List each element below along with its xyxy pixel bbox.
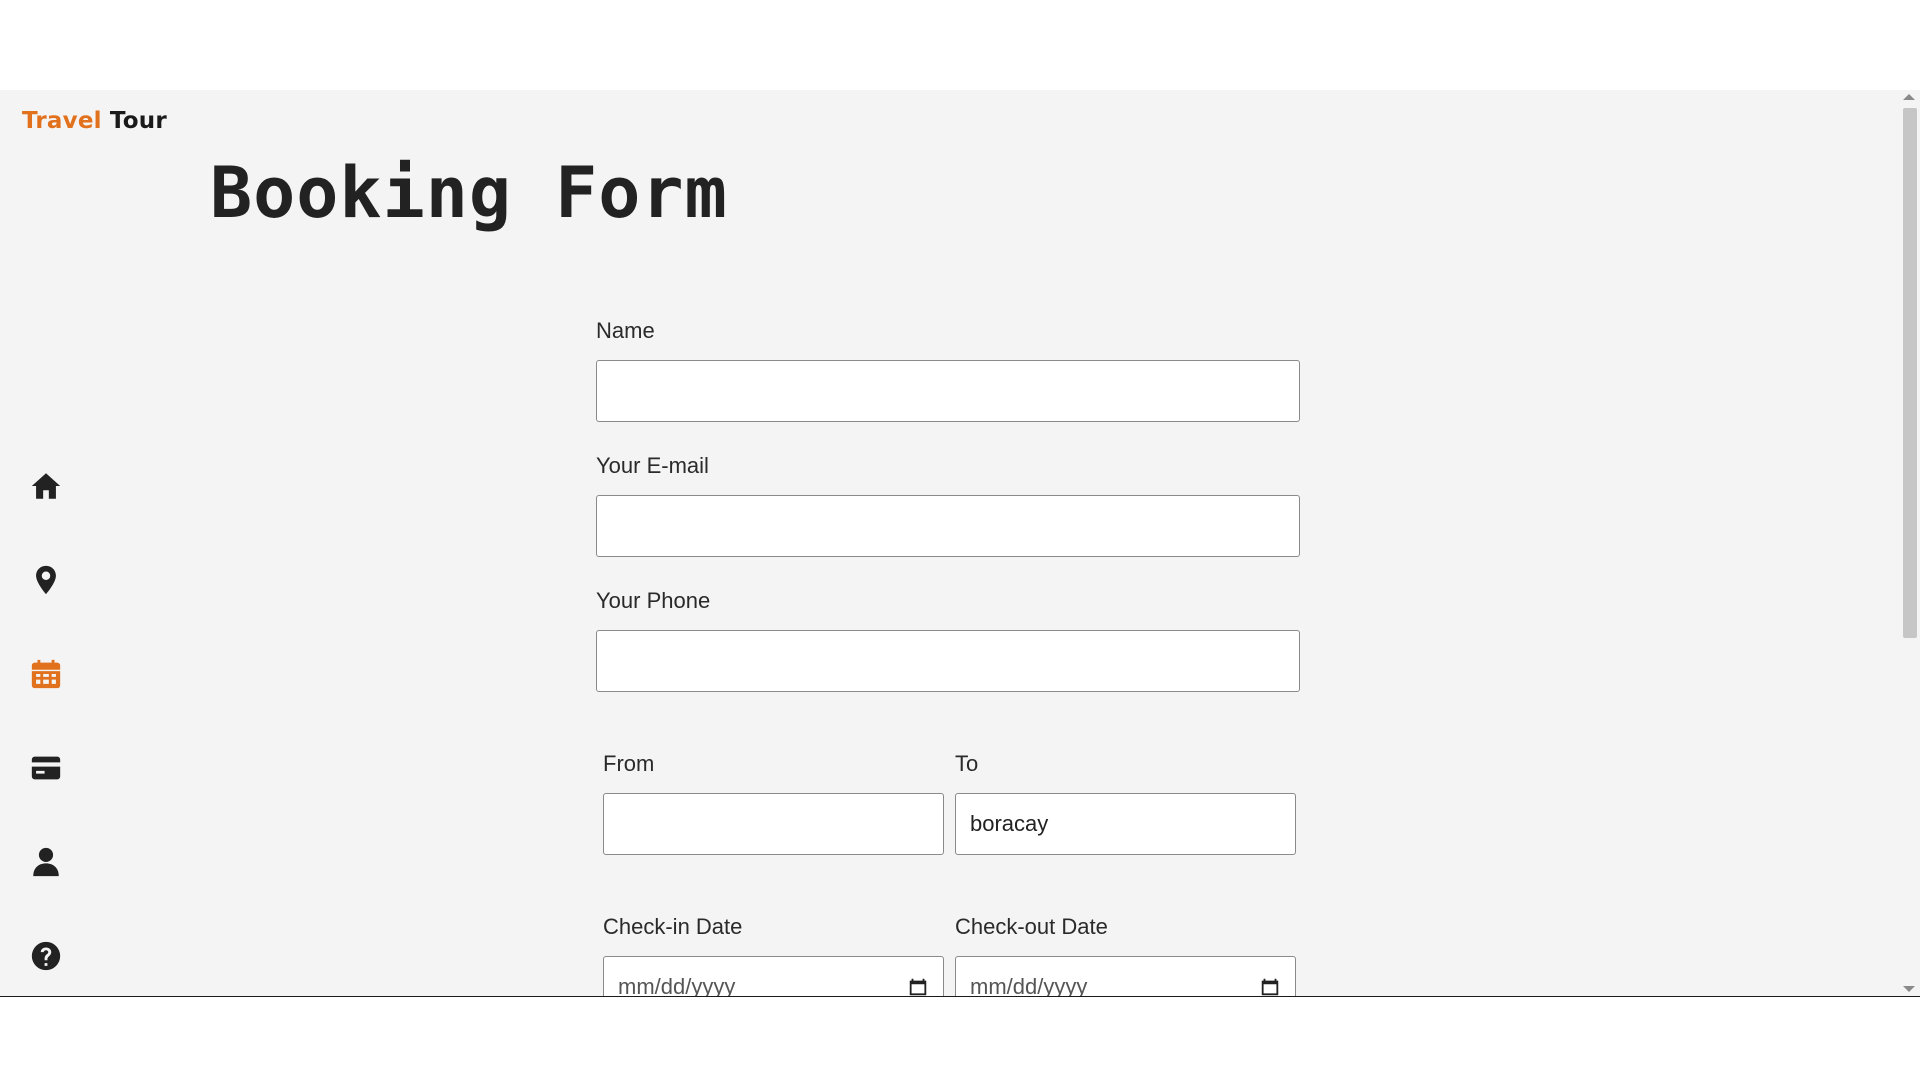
checkin-date-input[interactable]: mm/dd/yyyy <box>603 956 944 997</box>
sidebar-item-profile[interactable] <box>20 836 72 888</box>
sidebar-item-booking[interactable] <box>20 648 72 700</box>
logo-travel: Travel <box>22 108 102 134</box>
email-label: Your E-mail <box>596 453 709 478</box>
to-label: To <box>955 751 979 776</box>
sidebar-item-destinations[interactable] <box>20 554 72 606</box>
scrollbar-thumb[interactable] <box>1903 108 1917 638</box>
phone-input[interactable] <box>596 630 1300 692</box>
sidebar-item-help[interactable] <box>20 930 72 982</box>
checkout-label: Check-out Date <box>955 914 1108 939</box>
phone-label: Your Phone <box>596 588 711 613</box>
browser-viewport: Travel Tour Booking Form Name Your E-mai… <box>0 90 1920 997</box>
name-input[interactable] <box>596 360 1300 422</box>
scroll-down-arrow-icon[interactable] <box>1903 986 1915 992</box>
sidebar-item-home[interactable] <box>20 460 72 512</box>
scroll-up-arrow-icon[interactable] <box>1903 94 1915 100</box>
from-input[interactable] <box>603 793 944 855</box>
credit-card-icon <box>31 756 61 780</box>
location-pin-icon <box>36 565 56 595</box>
checkout-date-input[interactable]: mm/dd/yyyy <box>955 956 1296 997</box>
name-label: Name <box>596 318 655 343</box>
help-icon <box>31 941 61 971</box>
to-input[interactable] <box>955 793 1296 855</box>
calendar-picker-icon[interactable] <box>1259 976 1281 997</box>
home-icon <box>31 473 61 499</box>
sidebar-item-payment[interactable] <box>20 742 72 794</box>
logo-tour: Tour <box>109 108 167 134</box>
checkout-placeholder: mm/dd/yyyy <box>970 974 1088 997</box>
vertical-scrollbar[interactable] <box>1898 90 1920 996</box>
logo[interactable]: Travel Tour <box>22 108 167 134</box>
calendar-picker-icon[interactable] <box>907 976 929 997</box>
checkin-label: Check-in Date <box>603 914 743 939</box>
from-label: From <box>603 751 655 776</box>
booking-form: Name Your E-mail Your Phone From To Chec… <box>596 90 1300 996</box>
checkin-placeholder: mm/dd/yyyy <box>618 974 736 997</box>
email-input[interactable] <box>596 495 1300 557</box>
calendar-icon <box>31 659 61 689</box>
user-icon <box>33 847 59 877</box>
